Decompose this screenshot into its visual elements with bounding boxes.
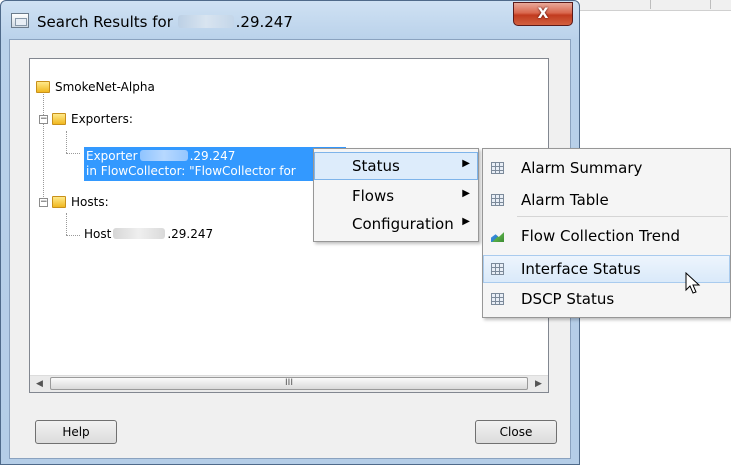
trend-chart-icon xyxy=(491,232,504,242)
collapse-exporters-icon[interactable]: − xyxy=(39,115,48,124)
window-title: Search Results for .29.247 xyxy=(37,13,293,31)
window-close-button[interactable]: X xyxy=(513,2,573,26)
menu-item-flow-collection-trend[interactable]: Flow Collection Trend xyxy=(483,222,730,250)
background-tick xyxy=(650,0,651,9)
tree-line xyxy=(66,153,80,154)
tree-line xyxy=(66,213,67,235)
tree-node-hosts[interactable]: Hosts: xyxy=(52,195,109,209)
mouse-cursor-icon xyxy=(685,272,701,294)
collapse-hosts-icon[interactable]: − xyxy=(39,198,48,207)
submenu-arrow-icon: ▶ xyxy=(462,216,470,227)
tree-node-exporter-selected[interactable]: Exporter .29.247 in FlowCollector: "FlowC… xyxy=(84,147,346,181)
window-icon xyxy=(11,13,29,28)
scroll-left-icon[interactable]: ◀ xyxy=(32,377,47,391)
submenu-arrow-icon: ▶ xyxy=(462,188,470,199)
horizontal-scrollbar[interactable]: ◀ III ▶ xyxy=(30,375,548,392)
scroll-thumb[interactable]: III xyxy=(50,377,528,390)
grid-icon xyxy=(491,194,504,206)
submenu-arrow-icon: ▶ xyxy=(462,158,470,169)
menu-item-configuration[interactable]: Configuration ▶ xyxy=(314,210,478,238)
background-tick xyxy=(710,0,711,9)
exporter-name: Exporter .29.247 xyxy=(86,149,236,163)
help-button[interactable]: Help xyxy=(35,420,117,444)
title-bar[interactable]: Search Results for .29.247 X xyxy=(1,1,579,41)
tree-line xyxy=(66,131,67,153)
menu-separator xyxy=(517,216,728,217)
tree-node-exporters[interactable]: Exporters: xyxy=(52,112,133,126)
scroll-right-icon[interactable]: ▶ xyxy=(531,377,546,391)
menu-item-alarm-summary[interactable]: Alarm Summary xyxy=(483,154,730,182)
folder-icon xyxy=(52,196,66,208)
context-menu: Status ▶ Flows ▶ Configuration ▶ xyxy=(313,148,479,242)
background-app-strip xyxy=(580,0,731,11)
folder-icon xyxy=(52,113,66,125)
grid-icon xyxy=(491,162,504,174)
tree-node-host[interactable]: Host .29.247 xyxy=(84,227,213,241)
grid-icon xyxy=(491,263,504,275)
tree-line xyxy=(43,89,44,207)
exporter-collector: in FlowCollector: "FlowCollector for xyxy=(86,164,296,178)
redacted-ip xyxy=(139,150,188,161)
tree-node-root[interactable]: SmokeNet-Alpha xyxy=(36,80,155,94)
tree-line xyxy=(66,235,80,236)
redacted-ip xyxy=(113,228,166,239)
close-button[interactable]: Close xyxy=(475,420,557,444)
menu-item-alarm-table[interactable]: Alarm Table xyxy=(483,186,730,214)
menu-item-flows[interactable]: Flows ▶ xyxy=(314,182,478,210)
folder-icon xyxy=(36,81,50,93)
menu-item-status[interactable]: Status ▶ xyxy=(314,152,478,180)
redacted-ip xyxy=(177,15,234,28)
grid-icon xyxy=(491,293,504,305)
